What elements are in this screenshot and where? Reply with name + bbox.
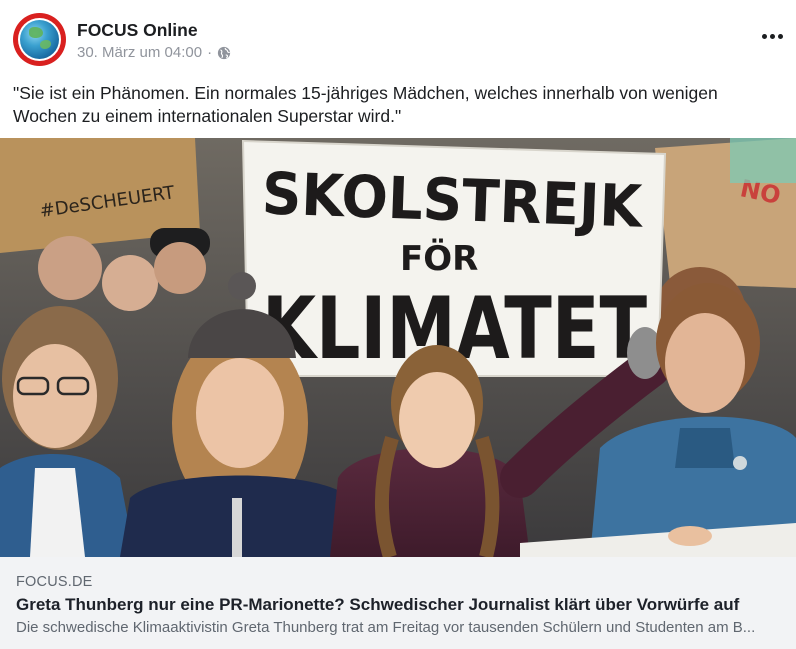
ellipsis-icon	[777, 33, 783, 39]
ellipsis-icon	[761, 33, 767, 39]
svg-text:SKOLSTREJK: SKOLSTREJK	[261, 159, 645, 240]
svg-text:FÖR: FÖR	[400, 238, 478, 279]
link-domain: FOCUS.DE	[16, 574, 93, 590]
link-title[interactable]: Greta Thunberg nur eine PR-Marionette? S…	[16, 595, 739, 615]
page-name-link[interactable]: FOCUS Online	[77, 20, 198, 41]
post-meta: 30. März um 04:00 ·	[77, 44, 231, 61]
post-photo[interactable]: #DeSCHEUERT NO SKOLSTREJK FÖR KLIMATET	[0, 138, 796, 557]
protest-photo-illustration: #DeSCHEUERT NO SKOLSTREJK FÖR KLIMATET	[0, 138, 796, 557]
link-preview[interactable]: FOCUS.DE Greta Thunberg nur eine PR-Mari…	[0, 557, 796, 649]
avatar-ring	[18, 18, 61, 61]
link-description: Die schwedische Klimaaktivistin Greta Th…	[16, 619, 756, 636]
focus-globe-logo-icon	[20, 20, 59, 59]
page-avatar[interactable]	[13, 13, 66, 66]
more-options-button[interactable]	[758, 26, 786, 46]
ellipsis-icon	[769, 33, 775, 39]
facebook-post: FOCUS Online 30. März um 04:00 · "Sie is…	[0, 0, 796, 649]
post-text: "Sie ist ein Phänomen. Ein normales 15-j…	[13, 83, 718, 126]
meta-separator: ·	[207, 44, 213, 61]
post-timestamp[interactable]: 30. März um 04:00	[77, 44, 202, 61]
globe-icon[interactable]	[217, 46, 231, 60]
